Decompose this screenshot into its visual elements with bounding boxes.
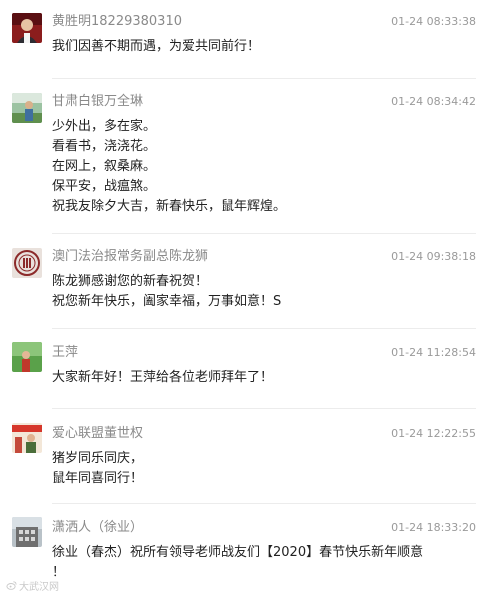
user-avatar-red-photo-icon (12, 13, 42, 43)
user-avatar[interactable] (12, 342, 42, 372)
commenter-name[interactable]: 澳门法治报常务副总陈龙狮 (52, 249, 208, 265)
comment-line: 鼠年同喜同行！ (52, 471, 144, 486)
divider (52, 328, 476, 329)
comment-line: 在网上，叙桑麻。 (52, 159, 157, 174)
comment-line: 看看书，浇浇花。 (52, 139, 157, 154)
user-avatar-building-photo-icon (12, 517, 42, 547)
comment-timestamp: 01-24 11:28:54 (391, 346, 476, 359)
commenter-name[interactable]: 黄胜明18229380310 (52, 14, 182, 30)
watermark-text: 大武汉网 (19, 582, 59, 593)
comment-timestamp: 01-24 18:33:20 (391, 521, 476, 534)
comment-line: 我们因善不期而遇，为爱共同前行！ (52, 39, 261, 54)
comment-text: 我们因善不期而遇，为爱共同前行！ (52, 37, 482, 57)
comment-line: 祝您新年快乐，阖家幸福，万事如意！S (52, 294, 282, 309)
weibo-icon (6, 581, 17, 590)
divider (52, 233, 476, 234)
user-avatar-seal-logo-icon (12, 248, 42, 278)
commenter-name[interactable]: 甘肃白银万全琳 (52, 94, 143, 110)
comment-line: 大家新年好！王萍给各位老师拜年了！ (52, 370, 274, 385)
user-avatar-banner-photo-icon (12, 423, 42, 453)
comment-line: 陈龙狮感谢您的新春祝贺！ (52, 274, 209, 289)
user-avatar-outdoor-photo-icon (12, 93, 42, 123)
comment-text: 陈龙狮感谢您的新春祝贺！ 祝您新年快乐，阖家幸福，万事如意！S (52, 272, 482, 312)
user-avatar[interactable] (12, 423, 42, 453)
comment-line: 猪岁同乐同庆， (52, 451, 144, 466)
comment-timestamp: 01-24 09:38:18 (391, 250, 476, 263)
comment-line: 徐业（春杰）祝所有领导老师战友们【2020】春节快乐新年顺意 (52, 545, 424, 560)
divider (52, 408, 476, 409)
comment-line: ！ (52, 565, 66, 580)
comment-text: 少外出，多在家。 看看书，浇浇花。 在网上，叙桑麻。 保平安，战瘟煞。 祝我友除… (52, 117, 482, 217)
comment-timestamp: 01-24 08:33:38 (391, 15, 476, 28)
commenter-name[interactable]: 王萍 (52, 345, 78, 361)
divider (52, 503, 476, 504)
watermark: 大武汉网 (6, 578, 59, 593)
comment-timestamp: 01-24 12:22:55 (391, 427, 476, 440)
comment-timestamp: 01-24 08:34:42 (391, 95, 476, 108)
comment-line: 少外出，多在家。 (52, 119, 157, 134)
comment-line: 祝我友除夕大吉，新春快乐，鼠年辉煌。 (52, 199, 287, 214)
comment-line: 保平安，战瘟煞。 (52, 179, 157, 194)
user-avatar[interactable] (12, 13, 42, 43)
comment-text: 徐业（春杰）祝所有领导老师战友们【2020】春节快乐新年顺意 ！ (52, 543, 482, 583)
commenter-name[interactable]: 潇洒人（徐业） (52, 520, 143, 536)
user-avatar-green-photo-icon (12, 342, 42, 372)
commenter-name[interactable]: 爱心联盟董世权 (52, 426, 143, 442)
user-avatar[interactable] (12, 93, 42, 123)
comment-text: 大家新年好！王萍给各位老师拜年了！ (52, 368, 482, 388)
user-avatar[interactable] (12, 248, 42, 278)
comment-text: 猪岁同乐同庆， 鼠年同喜同行！ (52, 449, 482, 489)
user-avatar[interactable] (12, 517, 42, 547)
divider (52, 78, 476, 79)
